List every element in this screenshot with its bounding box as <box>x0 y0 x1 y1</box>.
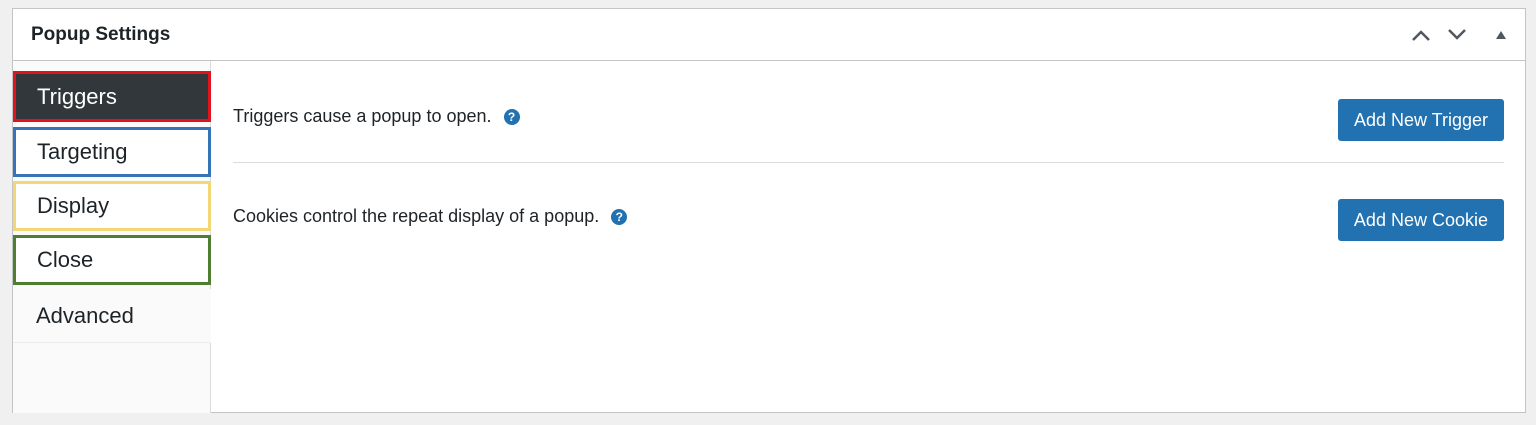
question-circle-icon[interactable]: ? <box>611 208 628 225</box>
move-up-button[interactable] <box>1407 21 1435 49</box>
chevron-up-icon <box>1412 30 1430 41</box>
tab-label: Display <box>37 193 110 218</box>
chevron-down-icon <box>1448 29 1466 40</box>
tab-label: Close <box>37 247 94 272</box>
tab-triggers[interactable]: Triggers <box>13 71 211 122</box>
triggers-panel: Triggers cause a popup to open. ? Add Ne… <box>212 61 1526 413</box>
toggle-panel-button[interactable] <box>1487 21 1515 49</box>
add-new-cookie-button[interactable]: Add New Cookie <box>1337 199 1504 241</box>
cookies-row: Cookies control the repeat display of a … <box>233 199 1504 249</box>
tab-close[interactable]: Close <box>13 235 211 285</box>
tab-label: Triggers <box>37 83 117 109</box>
tab-targeting[interactable]: Targeting <box>13 127 211 177</box>
cookies-description-wrap: Cookies control the repeat display of a … <box>233 206 628 227</box>
popup-settings-metabox: Popup Settings Triggers Targeting Displa… <box>12 8 1526 413</box>
triggers-description-wrap: Triggers cause a popup to open. ? <box>233 106 520 127</box>
triggers-row: Triggers cause a popup to open. ? Add Ne… <box>233 99 1504 163</box>
cookies-description: Cookies control the repeat display of a … <box>233 206 600 226</box>
triangle-up-icon <box>1496 31 1506 39</box>
add-new-trigger-button[interactable]: Add New Trigger <box>1337 99 1504 141</box>
triggers-description: Triggers cause a popup to open. <box>233 106 492 126</box>
metabox-header: Popup Settings <box>13 9 1525 61</box>
question-circle-icon[interactable]: ? <box>503 108 520 125</box>
move-down-button[interactable] <box>1443 21 1471 49</box>
tab-display[interactable]: Display <box>13 181 211 231</box>
tab-advanced[interactable]: Advanced <box>13 289 211 343</box>
tab-label: Targeting <box>37 139 128 164</box>
tab-label: Advanced <box>36 302 134 328</box>
settings-tabs: Triggers Targeting Display Close Advance… <box>13 61 211 413</box>
metabox-title: Popup Settings <box>31 24 171 45</box>
